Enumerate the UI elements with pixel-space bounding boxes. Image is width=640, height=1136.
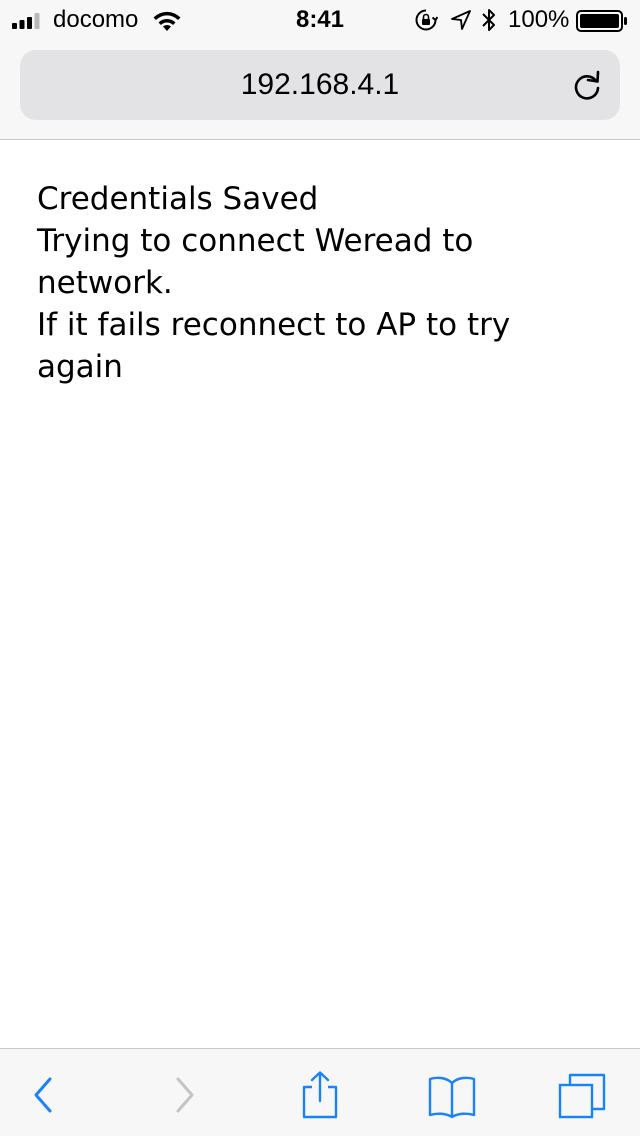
address-bar[interactable]: 192.168.4.1: [20, 50, 620, 120]
share-icon[interactable]: [296, 1071, 344, 1119]
connecting-message: Trying to connect Weread to network.: [37, 223, 474, 301]
retry-instructions: If it fails reconnect to AP to try again: [37, 307, 511, 385]
chevron-right-icon[interactable]: [160, 1071, 208, 1119]
signal-bars-icon: [12, 13, 40, 29]
page-content: Credentials Saved Trying to connect Were…: [37, 178, 597, 388]
battery-icon: [576, 10, 627, 32]
book-icon[interactable]: [428, 1071, 476, 1119]
url-text[interactable]: 192.168.4.1: [20, 50, 620, 120]
share-button[interactable]: [296, 1071, 344, 1119]
orientation-lock-icon: [415, 9, 438, 31]
status-bar: docomo 8:41 100%: [0, 0, 640, 40]
bottom-toolbar: [0, 1048, 640, 1136]
tabs-icon[interactable]: [558, 1071, 606, 1119]
top-chrome: docomo 8:41 100% 192.168.4.1: [0, 0, 640, 140]
clock: 8:41: [295, 6, 345, 33]
chevron-left-icon[interactable]: [20, 1071, 68, 1119]
location-arrow-icon: [451, 10, 471, 30]
carrier-name: docomo: [53, 6, 139, 33]
bookmarks-button[interactable]: [428, 1071, 476, 1119]
forward-button[interactable]: [160, 1071, 208, 1119]
reload-icon[interactable]: [570, 69, 604, 103]
back-button[interactable]: [20, 1071, 68, 1119]
wifi-icon: [153, 11, 181, 31]
status-heading: Credentials Saved: [37, 181, 319, 217]
bluetooth-icon: [482, 9, 495, 31]
battery-percent: 100%: [508, 6, 570, 33]
tabs-button[interactable]: [558, 1071, 606, 1119]
safari-screen: docomo 8:41 100% 192.168.4.1 Credentials…: [0, 0, 640, 1136]
